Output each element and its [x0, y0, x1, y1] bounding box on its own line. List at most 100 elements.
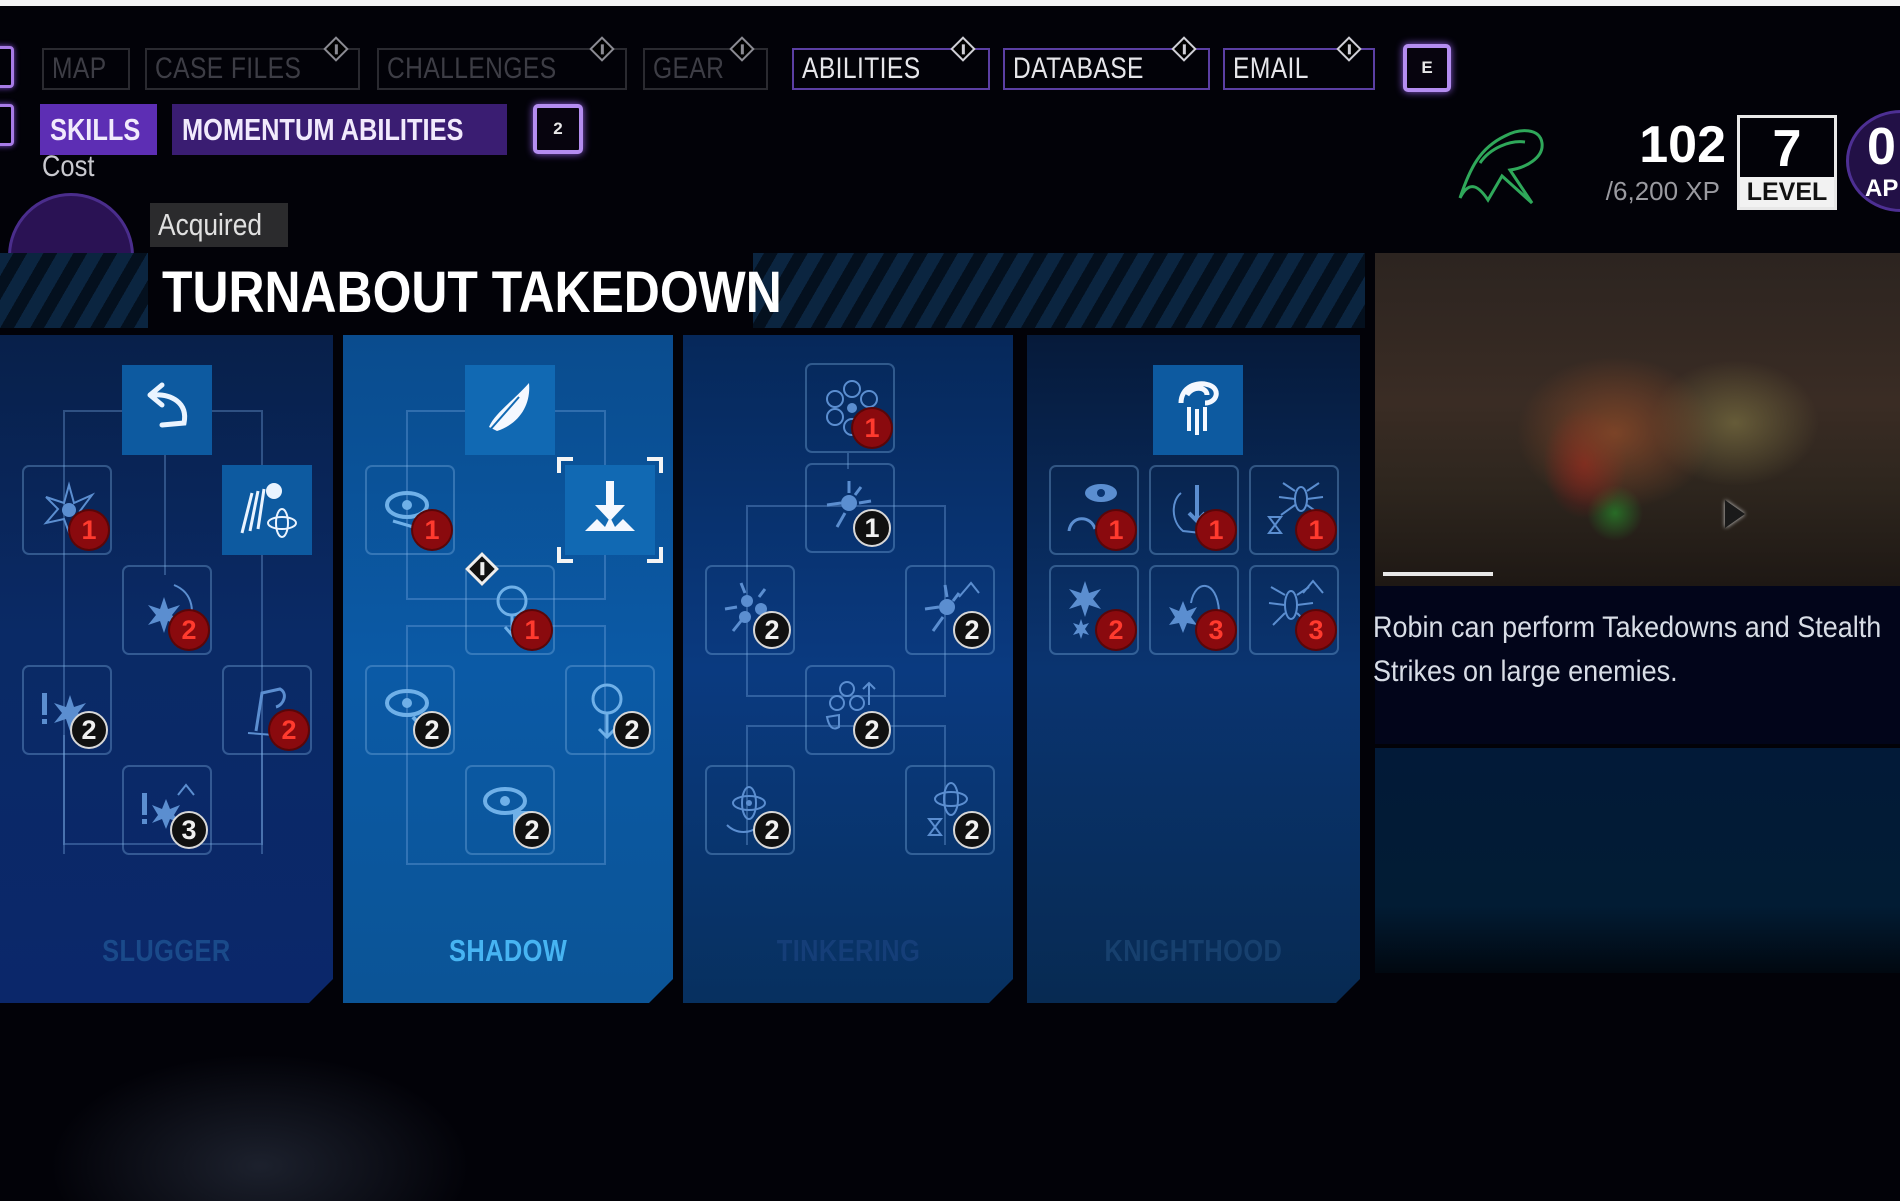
tree-name-text: KNIGHTHOOD	[1104, 933, 1283, 968]
cost-badge: 2	[1097, 611, 1135, 649]
cost-badge: 2	[270, 711, 308, 749]
skill-node[interactable]	[1153, 365, 1243, 455]
robin-emblem-icon	[1163, 373, 1233, 443]
tree-shadow[interactable]: 1 1 2 2 2 SHADOW	[343, 335, 673, 1003]
tree-name-text: TINKERING	[776, 933, 920, 968]
skill-node-selected[interactable]	[565, 465, 655, 555]
cost-badge: 3	[170, 811, 208, 849]
prev-subtab-key[interactable]	[0, 104, 14, 146]
cost-badge: 3	[1297, 611, 1335, 649]
ability-title: TURNABOUT TAKEDOWN	[162, 259, 782, 325]
tree-name: SHADOW	[343, 933, 673, 969]
skill-node[interactable]: 2	[22, 665, 112, 755]
level-box: 7 LEVEL	[1737, 115, 1837, 210]
tab-challenges-label: CHALLENGES	[387, 52, 557, 85]
selection-corner	[557, 457, 573, 473]
skill-node[interactable]	[222, 465, 312, 555]
subtab-skills[interactable]: SKILLS	[40, 104, 157, 155]
tab-abilities[interactable]: ABILITIES	[792, 36, 990, 90]
tree-slugger[interactable]: 1 2 2 2 3 SLUGGER	[0, 335, 333, 1003]
skill-node[interactable]: 3	[1249, 565, 1339, 655]
cost-badge: 1	[853, 509, 891, 547]
skill-node[interactable]: 2	[465, 765, 555, 855]
skill-node[interactable]: 3	[122, 765, 212, 855]
cost-badge: 2	[953, 811, 991, 849]
skill-node[interactable]: 1	[1049, 465, 1139, 555]
tab-email-label: EMAIL	[1233, 52, 1309, 85]
skill-node[interactable]: 3	[1149, 565, 1239, 655]
video-progress-bar	[1383, 572, 1493, 576]
tree-name-text: SLUGGER	[102, 933, 231, 968]
cursor-icon	[1725, 500, 1745, 528]
cost-badge: 2	[413, 711, 451, 749]
details-panel	[1375, 748, 1900, 973]
ability-title-block: TURNABOUT TAKEDOWN	[148, 253, 782, 331]
cost-badge: 2	[513, 811, 551, 849]
tree-knighthood[interactable]: 1 1 1 2 3 3 KNIGHTHOOD	[1027, 335, 1360, 1003]
skill-node[interactable]: 2	[905, 565, 995, 655]
cost-badge: 1	[413, 511, 451, 549]
cost-label: Cost	[42, 150, 95, 183]
subtab-skills-label: SKILLS	[50, 111, 141, 147]
skill-node[interactable]: 2	[705, 565, 795, 655]
tab-challenges[interactable]: CHALLENGES	[377, 36, 627, 90]
cost-badge: 1	[1297, 511, 1335, 549]
skill-node[interactable]: 1	[1149, 465, 1239, 555]
selection-corner	[557, 547, 573, 563]
skill-node[interactable]: 2	[122, 565, 212, 655]
skill-node[interactable]: 2	[565, 665, 655, 755]
tab-gear[interactable]: GEAR	[643, 36, 768, 90]
next-tab-key[interactable]: E	[1403, 44, 1451, 92]
tab-email[interactable]: EMAIL	[1223, 36, 1375, 90]
ability-preview-video[interactable]	[1375, 253, 1900, 586]
feather-icon	[475, 373, 545, 443]
tab-database-label: DATABASE	[1013, 52, 1144, 85]
tree-name: SLUGGER	[0, 933, 333, 969]
skill-node[interactable]: 2	[705, 765, 795, 855]
subtab-momentum-label: MOMENTUM ABILITIES	[182, 111, 464, 147]
skill-node[interactable]: 1	[805, 463, 895, 553]
ability-description-text: Robin can perform Takedowns and Stealth …	[1373, 611, 1882, 688]
cost-badge: 1	[1197, 511, 1235, 549]
robin-logo-icon	[1458, 129, 1544, 205]
skill-node[interactable]: 1	[365, 465, 455, 555]
tab-abilities-label: ABILITIES	[802, 52, 921, 85]
tab-case-files-label: CASE FILES	[155, 52, 302, 85]
skill-node[interactable]: 2	[805, 665, 895, 755]
cost-badge: 1	[1097, 511, 1135, 549]
tab-database[interactable]: DATABASE	[1003, 36, 1210, 90]
tab-gear-label: GEAR	[653, 52, 725, 85]
selection-corner	[647, 547, 663, 563]
cost-badge: 2	[953, 611, 991, 649]
skill-node[interactable]	[465, 365, 555, 455]
status-badge: Acquired	[150, 203, 289, 247]
skill-node[interactable]: 1	[1249, 465, 1339, 555]
tab-map-label: MAP	[52, 52, 107, 85]
skill-node[interactable]: 1	[22, 465, 112, 555]
cost-badge: 2	[170, 611, 208, 649]
cost-badge: 1	[853, 409, 891, 447]
cost-badge: 2	[70, 711, 108, 749]
skill-node[interactable]	[122, 365, 212, 455]
skill-node[interactable]: 2	[365, 665, 455, 755]
level-number: 7	[1772, 120, 1802, 178]
tab-map[interactable]: MAP	[42, 48, 130, 90]
skill-node[interactable]: 2	[222, 665, 312, 755]
skill-node[interactable]: 2	[905, 765, 995, 855]
tab-case-files[interactable]: CASE FILES	[145, 36, 360, 90]
dash-atom-icon	[232, 473, 302, 543]
prev-tab-key[interactable]	[0, 46, 14, 88]
subtab-momentum-abilities[interactable]: MOMENTUM ABILITIES	[172, 104, 507, 155]
tree-tinkering[interactable]: 1 1 2 2 2 2 2 TINKERING	[683, 335, 1013, 1003]
tree-name: KNIGHTHOOD	[1027, 933, 1360, 969]
cost-badge: 3	[1197, 611, 1235, 649]
cost-badge: 2	[613, 711, 651, 749]
selection-corner	[647, 457, 663, 473]
ability-points-label: AP	[1865, 175, 1899, 202]
tree-name: TINKERING	[683, 933, 1013, 969]
cost-badge: 2	[753, 611, 791, 649]
next-subtab-key[interactable]: 2	[533, 104, 583, 154]
skill-node[interactable]: 1	[805, 363, 895, 453]
status-text: Acquired	[158, 207, 263, 242]
skill-node[interactable]: 2	[1049, 565, 1139, 655]
